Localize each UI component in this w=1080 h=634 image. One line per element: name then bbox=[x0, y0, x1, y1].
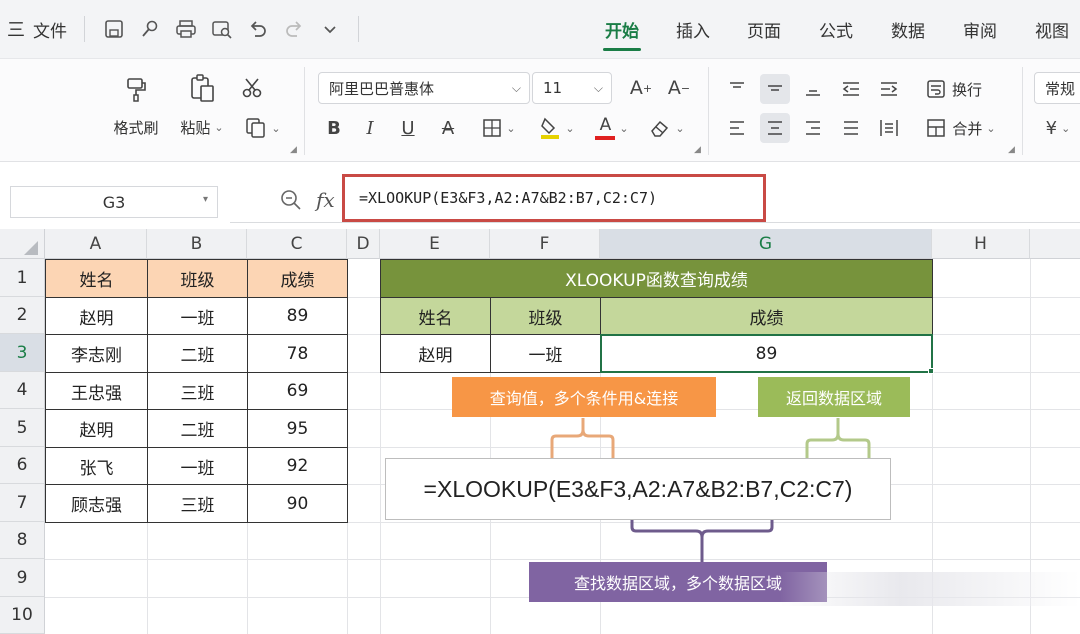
watermark-overlay bbox=[780, 572, 1080, 606]
formula-breakdown: =XLOOKUP(E3&F3,A2:A7&B2:B7,C2:C7) bbox=[385, 458, 891, 520]
callout-brackets bbox=[550, 418, 871, 562]
formula-breakdown-text: =XLOOKUP(E3&F3,A2:A7&B2:B7,C2:C7) bbox=[423, 475, 853, 502]
